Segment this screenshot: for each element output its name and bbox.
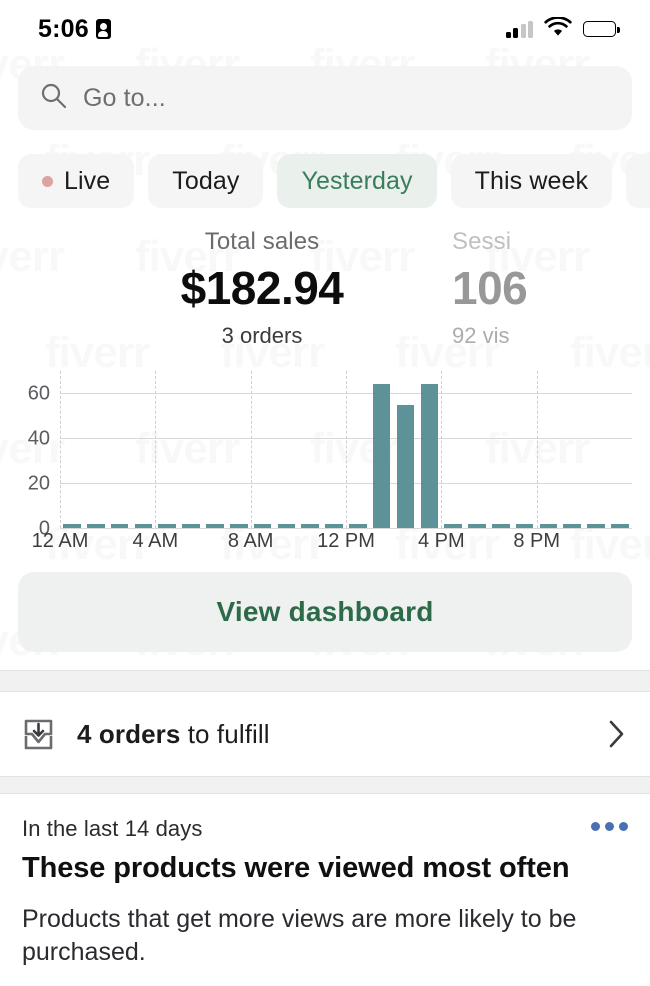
chart-x-tick-label: 8 AM <box>227 530 274 552</box>
metric-sub: 92 vis <box>452 323 510 348</box>
hourly-sales-bar-chart: 0 20 40 60 12 AM 4 AM 8 AM 12 PM 4 PM 8 PM <box>18 371 632 556</box>
chart-bar-slot <box>584 371 608 528</box>
metric-card-sessions-left[interactable]: sions 54 isitors <box>0 228 72 349</box>
tab-live[interactable]: Live <box>18 154 135 208</box>
status-bar: 5:06 <box>0 0 650 58</box>
status-bar-left: 5:06 <box>38 15 111 44</box>
chart-bar <box>420 384 439 528</box>
chart-bar-slot <box>370 371 394 528</box>
search-icon <box>40 82 67 114</box>
status-time: 5:06 <box>38 14 89 43</box>
chart-bar-slot <box>322 371 346 528</box>
tab-label: Live <box>64 166 111 195</box>
metric-sub: isitors <box>0 323 72 349</box>
metric-value: 106 <box>452 262 528 314</box>
orders-to-fulfill-label: 4 orders to fulfill <box>77 719 270 750</box>
chart-bar-slot <box>537 371 561 528</box>
status-bar-right <box>505 15 620 42</box>
insight-eyebrow: In the last 14 days <box>22 816 203 841</box>
inbox-download-icon <box>22 718 55 751</box>
metric-label: Total sales <box>204 228 320 255</box>
metric-value: 54 <box>0 261 72 315</box>
chart-bar-slot <box>60 371 84 528</box>
metrics-carousel[interactable]: sions 54 isitors Total sales $182.94 3 o… <box>0 208 650 349</box>
insight-body: Products that get more views are more li… <box>22 905 577 966</box>
chart-bar-slot <box>560 371 584 528</box>
chart-bar-slot <box>465 371 489 528</box>
chart-bar <box>396 404 415 528</box>
chart-bar-slot <box>298 371 322 528</box>
chart-bar-slot <box>84 371 108 528</box>
period-tabs[interactable]: Live Today Yesterday This week This m <box>0 130 650 208</box>
chart-bar-slot <box>513 371 537 528</box>
chart-bar-slot <box>394 371 418 528</box>
chart-bar-slot <box>274 371 298 528</box>
chart-y-tick-label: 40 <box>27 427 50 450</box>
kebab-menu-icon[interactable] <box>591 816 628 831</box>
tab-label: This week <box>474 166 589 195</box>
metric-card-sessions-right[interactable]: Sessi 106 92 vis <box>452 228 592 349</box>
tab-this-week[interactable]: This week <box>450 154 613 208</box>
cellular-signal-icon <box>505 20 533 38</box>
chart-x-axis: 12 AM 4 AM 8 AM 12 PM 4 PM 8 PM <box>32 528 632 556</box>
search-bar-container: Go to... <box>0 58 650 130</box>
section-divider-2 <box>0 776 650 794</box>
search-placeholder: Go to... <box>83 83 166 112</box>
section-divider <box>0 670 650 692</box>
chart-y-tick-label: 60 <box>27 382 50 405</box>
metric-label: Sessi <box>452 228 512 255</box>
chart-bars <box>60 371 632 528</box>
orders-count: 4 orders <box>77 718 181 749</box>
chart-x-tick-label: 4 AM <box>132 530 179 552</box>
chart-y-tick-label: 20 <box>27 472 50 495</box>
wifi-icon <box>544 15 572 42</box>
battery-icon <box>583 21 620 37</box>
tab-today[interactable]: Today <box>148 154 264 208</box>
live-status-dot-icon <box>42 175 53 187</box>
chart-bar <box>372 384 391 528</box>
chart-bar-slot <box>441 371 465 528</box>
view-dashboard-button[interactable]: View dashboard <box>18 572 632 652</box>
chart-x-tick-label: 4 PM <box>417 530 465 552</box>
metric-sub: 3 orders <box>221 323 303 348</box>
chart-bar-slot <box>155 371 179 528</box>
chart-x-tick-label: 12 AM <box>31 530 89 552</box>
lock-portrait-icon <box>95 19 111 39</box>
insight-header: In the last 14 days <box>22 816 628 842</box>
chart-bar-slot <box>417 371 441 528</box>
chart-bar-slot <box>203 371 227 528</box>
tab-label: Yesterday <box>301 166 413 195</box>
chart-bar-slot <box>608 371 632 528</box>
chevron-right-icon[interactable] <box>608 719 626 749</box>
metric-label: sions <box>0 228 72 256</box>
insight-card: In the last 14 days These products were … <box>0 794 650 969</box>
metric-card-total-sales[interactable]: Total sales $182.94 3 orders <box>112 228 412 349</box>
chart-x-tick-label: 12 PM <box>317 530 375 552</box>
chart-bar-slot <box>227 371 251 528</box>
search-input[interactable]: Go to... <box>18 66 632 130</box>
tab-yesterday[interactable]: Yesterday <box>277 154 437 208</box>
insight-title: These products were viewed most often <box>22 852 570 884</box>
chart-bar-slot <box>251 371 275 528</box>
view-dashboard-container: View dashboard <box>0 556 650 652</box>
chart-bar-slot <box>179 371 203 528</box>
tab-label: Today <box>172 166 240 195</box>
chart-x-tick-label: 8 PM <box>513 530 560 552</box>
orders-suffix: to fulfill <box>180 718 270 749</box>
orders-to-fulfill-row[interactable]: 4 orders to fulfill <box>0 692 650 776</box>
tab-this-m[interactable]: This m <box>626 154 650 208</box>
metric-value: $182.94 <box>180 262 344 314</box>
chart-bar-slot <box>108 371 132 528</box>
chart-bar-slot <box>131 371 155 528</box>
chart-bar-slot <box>489 371 513 528</box>
chart-bar-slot <box>346 371 370 528</box>
phone-screen: fiverrfiverrfiverrfiverrfiverrfiverrfive… <box>0 0 650 986</box>
